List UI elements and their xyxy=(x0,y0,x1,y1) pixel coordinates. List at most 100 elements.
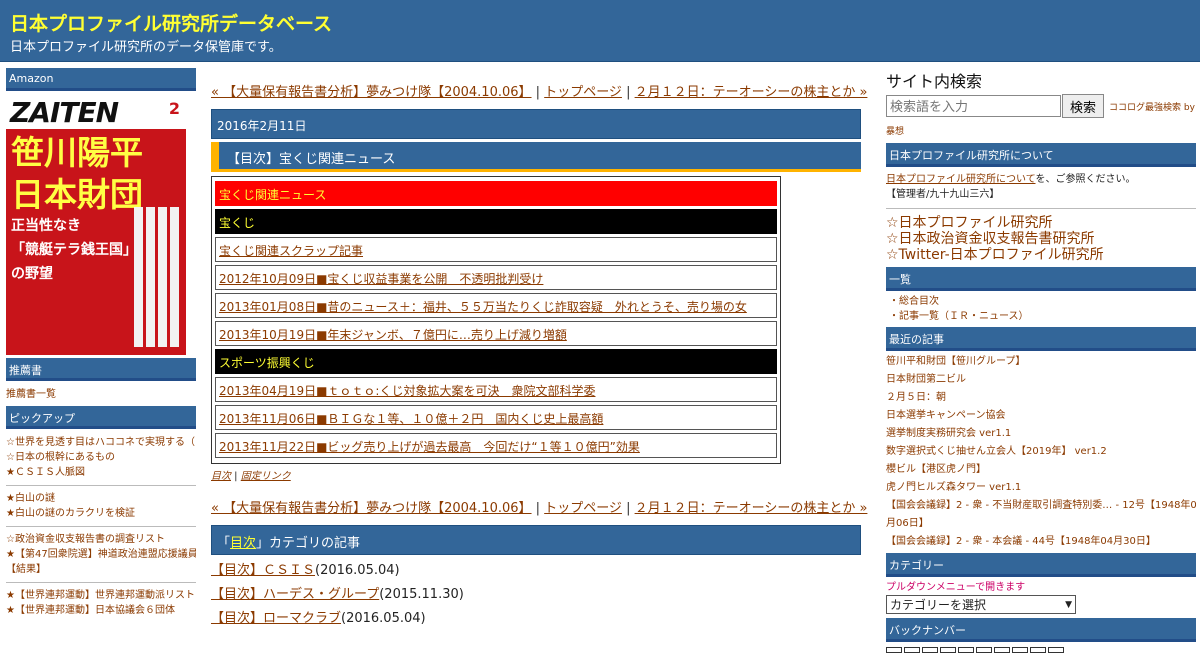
calendar-cell[interactable] xyxy=(958,647,974,653)
nav-separator: | xyxy=(621,501,635,516)
pickup-link[interactable]: ★【第47回衆院選】神道政治連盟応援議員 xyxy=(6,547,196,562)
recent-article-link[interactable]: 笹川平和財団【笹川グループ】 xyxy=(886,353,1196,371)
table-row-text[interactable]: 2013年10月19日■年末ジャンボ、７億円に…売り上げ減り増額 xyxy=(219,328,567,342)
index-list-link[interactable]: ・総合目次 xyxy=(889,294,1196,309)
pickup-link[interactable]: ★白山の謎 xyxy=(6,491,196,506)
recent-article-link[interactable]: 選挙制度実務研究会 ver1.1 xyxy=(886,425,1196,443)
calendar-cell[interactable] xyxy=(940,647,956,653)
pickup-list: ☆世界を見透す目はハココネで実現する（1） ☆日本の根幹にあるもの ★ＣＳＩＳ人… xyxy=(6,435,196,618)
category-article-link[interactable]: 【目次】ＣＳＩＳ xyxy=(211,563,315,578)
nav-separator: | xyxy=(531,85,545,100)
pickup-link[interactable]: ☆政治資金収支報告書の調査リスト xyxy=(6,532,196,547)
recent-article-link[interactable]: 数字選択式くじ抽せん立会人【2019年】 ver1.2 xyxy=(886,443,1196,461)
recent-article-link[interactable]: 櫻ビル【港区虎ノ門】 xyxy=(886,461,1196,479)
table-row-text[interactable]: 2012年10月09日■宝くじ収益事業を公開 不透明批判受け xyxy=(219,272,543,286)
table-row-link[interactable]: 2013年10月19日■年末ジャンボ、７億円に…売り上げ減り増額 xyxy=(215,321,777,346)
category-select[interactable]: カテゴリーを選択 ▼ xyxy=(886,595,1076,614)
entry-footer-links: 目次 | 固定リンク xyxy=(211,467,291,482)
prev-entry-link[interactable]: « 【大量保有報告書分析】夢みつけ隊【2004.10.06】 xyxy=(211,85,532,100)
next-entry-link[interactable]: ２月１２日：テーオーシーの株主とか » xyxy=(635,85,868,100)
calendar-cell[interactable] xyxy=(922,647,938,653)
table-row-text: スポーツ振興くじ xyxy=(219,356,315,370)
recent-article-link[interactable]: 日本選挙キャンペーン協会 xyxy=(886,407,1196,425)
entry-title: 【目次】宝くじ関連ニュース xyxy=(211,142,861,172)
top-page-link[interactable]: トップページ xyxy=(544,501,622,516)
top-page-link[interactable]: トップページ xyxy=(544,85,622,100)
table-row-link[interactable]: 2013年01月08日■昔のニュース＋：福井、５５万当たりくじ詐取容疑 外れとう… xyxy=(215,293,777,318)
table-row-text[interactable]: 2013年11月22日■ビッグ売り上げが過去最高 今回だけ“１等１０億円”効果 xyxy=(219,440,640,454)
magazine-side-text xyxy=(134,207,180,347)
table-row-text[interactable]: 2013年04月19日■ｔｏｔｏ:くじ対象拡大案を可決 衆院文部科学委 xyxy=(219,384,595,398)
search-button[interactable]: 検索 xyxy=(1062,94,1104,118)
calendar-cell[interactable] xyxy=(1048,647,1064,653)
magazine-cover-image[interactable]: ZAITEN 2 笹川陽平 日本財団 正当性なき 「競艇テラ銭王国」 の野望 xyxy=(6,95,186,355)
entry-table: 宝くじ関連ニュース宝くじ宝くじ関連スクラップ記事 2012年10月09日■宝くじ収… xyxy=(211,176,781,464)
divider xyxy=(6,485,196,486)
right-sidebar: サイト内検索 検索 ココログ最強検索 by 暴想 日本プロファイル研究所について… xyxy=(886,68,1196,653)
calendar-cell[interactable] xyxy=(1012,647,1028,653)
entry-nav-top: « 【大量保有報告書分析】夢みつけ隊【2004.10.06】 | トップページ … xyxy=(211,81,867,100)
pickup-link[interactable]: ★ＣＳＩＳ人脈図 xyxy=(6,465,196,480)
recent-article-link[interactable]: 【国会会議録】2 - 衆 - 不当財産取引調査特別委… - 12号【1948年0… xyxy=(886,497,1196,515)
entry-date-header: 2016年2月11日 xyxy=(211,109,861,139)
nav-separator: | xyxy=(531,501,545,516)
footer-separator: | xyxy=(231,471,241,482)
next-entry-link[interactable]: ２月１２日：テーオーシーの株主とか » xyxy=(635,501,868,516)
recommended-heading: 推薦書 xyxy=(6,358,196,381)
table-row-text[interactable]: 宝くじ関連スクラップ記事 xyxy=(219,244,363,258)
category-article-link[interactable]: 【目次】ハーデス・グループ xyxy=(211,587,379,602)
pickup-link[interactable]: 【結果】 xyxy=(6,562,196,577)
table-row-heading: スポーツ振興くじ xyxy=(215,349,777,374)
calendar-cell[interactable] xyxy=(1030,647,1046,653)
pickup-link[interactable]: ★【世界連邦運動】世界連邦運動派リスト xyxy=(6,588,196,603)
recent-article-link[interactable]: 【国会会議録】2 - 衆 - 本会議 - 44号【1948年04月30日】 xyxy=(886,533,1196,551)
political-funds-link[interactable]: ☆日本政治資金収支報告書研究所 xyxy=(886,231,1196,247)
twitter-link[interactable]: ☆Twitter-日本プロファイル研究所 xyxy=(886,247,1196,263)
category-heading-pre: 「 xyxy=(217,536,231,551)
table-row-link[interactable]: 2013年04月19日■ｔｏｔｏ:くじ対象拡大案を可決 衆院文部科学委 xyxy=(215,377,777,402)
article-date: (2016.05.04) xyxy=(341,611,426,626)
calendar-cell[interactable] xyxy=(994,647,1010,653)
category-hint: プルダウンメニューで開きます xyxy=(886,582,1026,593)
profile-link[interactable]: ☆日本プロファイル研究所 xyxy=(886,215,1196,231)
recent-article-link[interactable]: 日本財団第二ビル xyxy=(886,371,1196,389)
site-search-title: サイト内検索 xyxy=(886,72,983,91)
table-row-link[interactable]: 宝くじ関連スクラップ記事 xyxy=(215,237,777,262)
recent-article-link[interactable]: ２月５日：朝 xyxy=(886,389,1196,407)
category-article-link[interactable]: 【目次】ローマクラブ xyxy=(211,611,341,626)
left-sidebar: Amazon ZAITEN 2 笹川陽平 日本財団 正当性なき 「競艇テラ銭王国… xyxy=(6,68,196,618)
pickup-link[interactable]: ☆日本の根幹にあるもの xyxy=(6,450,196,465)
table-row-link[interactable]: 2013年11月06日■ＢＩＧな１等、１０億＋２円 国内くじ史上最高額 xyxy=(215,405,777,430)
recommended-list-link[interactable]: 推薦書一覧 xyxy=(6,387,196,402)
category-link[interactable]: 目次 xyxy=(230,536,256,551)
prev-entry-link[interactable]: « 【大量保有報告書分析】夢みつけ隊【2004.10.06】 xyxy=(211,501,532,516)
article-list-link[interactable]: ・記事一覧（ＩＲ・ニュース） xyxy=(889,309,1196,324)
table-row-heading: 宝くじ関連ニュース xyxy=(215,181,777,206)
site-title[interactable]: 日本プロファイル研究所データベース xyxy=(10,9,332,36)
category-heading: カテゴリー xyxy=(886,553,1196,577)
table-row-link[interactable]: 2012年10月09日■宝くじ収益事業を公開 不透明批判受け xyxy=(215,265,777,290)
pickup-link[interactable]: ☆世界を見透す目はハココネで実現する（1） xyxy=(6,435,196,450)
pickup-link[interactable]: ★【世界連邦運動】日本協議会６団体 xyxy=(6,603,196,618)
table-row-text[interactable]: 2013年11月06日■ＢＩＧな１等、１０億＋２円 国内くじ史上最高額 xyxy=(219,412,603,426)
search-credit-link[interactable]: ココログ最強検索 by xyxy=(1109,100,1195,113)
index-link[interactable]: 目次 xyxy=(211,471,231,482)
backnumber-calendar[interactable] xyxy=(886,647,1196,653)
category-heading-post: 」カテゴリの記事 xyxy=(256,536,361,551)
list-item: 【目次】ハーデス・グループ(2015.11.30) xyxy=(211,583,464,607)
magazine-issue: 2 xyxy=(168,99,180,118)
calendar-cell[interactable] xyxy=(904,647,920,653)
calendar-cell[interactable] xyxy=(886,647,902,653)
search-input[interactable] xyxy=(886,95,1061,117)
list-item: 【目次】ローマクラブ(2016.05.04) xyxy=(211,607,464,631)
table-row-link[interactable]: 2013年11月22日■ビッグ売り上げが過去最高 今回だけ“１等１０億円”効果 xyxy=(215,433,777,458)
about-link[interactable]: 日本プロファイル研究所について xyxy=(886,174,1036,185)
search-credit-author[interactable]: 暴想 xyxy=(886,124,1196,137)
table-row-text: 宝くじ xyxy=(219,216,256,230)
pickup-link[interactable]: ★白山の謎のカラクリを検証 xyxy=(6,506,196,521)
calendar-cell[interactable] xyxy=(976,647,992,653)
recent-article-link[interactable]: 月06日】 xyxy=(886,515,1196,533)
permalink[interactable]: 固定リンク xyxy=(241,471,291,482)
table-row-text[interactable]: 2013年01月08日■昔のニュース＋：福井、５５万当たりくじ詐取容疑 外れとう… xyxy=(219,300,747,314)
recent-article-link[interactable]: 虎ノ門ヒルズ森タワー ver1.1 xyxy=(886,479,1196,497)
